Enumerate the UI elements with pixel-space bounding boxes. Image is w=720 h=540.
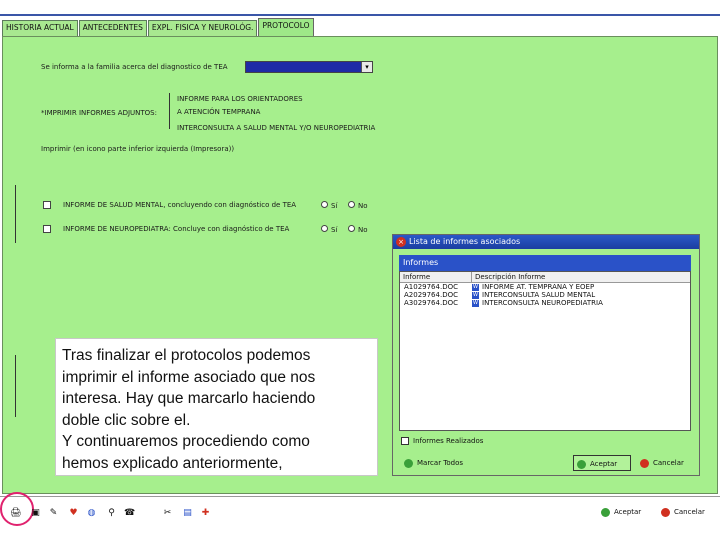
word-doc-icon: W [472, 283, 479, 291]
note-line: hemos explicado anteriormente, [62, 454, 283, 472]
dialog-accept-label: Aceptar [590, 460, 618, 468]
reports-done-label: Informes Realizados [413, 437, 484, 445]
phone-icon[interactable]: ☎ [124, 508, 135, 519]
list-header: Informe Descripción Informe [400, 272, 690, 283]
print-hint: Imprimir (en icono parte inferior izquie… [41, 145, 235, 153]
no-label: No [358, 202, 368, 210]
reports-done-row[interactable]: Informes Realizados [399, 435, 691, 447]
no-label: No [358, 226, 368, 234]
mark-all-label: Marcar Todos [417, 459, 464, 467]
search-icon[interactable]: ⚲ [106, 508, 117, 519]
report-neuropediatra-label: INFORME DE NEUROPEDIATRA: Concluye con d… [63, 225, 290, 233]
report1-yes-radio[interactable] [321, 201, 328, 208]
report2-yes-radio[interactable] [321, 225, 328, 232]
reports-list[interactable]: Informe Descripción Informe A1029764.DOC… [399, 271, 691, 431]
divider [169, 93, 170, 129]
report-desc-cell: W INFORME AT. TEMPRANA Y EOEP [470, 283, 594, 291]
pencil-icon[interactable]: ✎ [48, 508, 59, 519]
list-item[interactable]: A1029764.DOC W INFORME AT. TEMPRANA Y EOE… [400, 283, 690, 291]
mark-all-button[interactable]: Marcar Todos [401, 455, 481, 471]
reports-done-checkbox[interactable] [401, 437, 409, 445]
family-select[interactable]: ▾ [245, 61, 373, 73]
report-neuropediatra-checkbox[interactable] [43, 225, 51, 233]
dialog-title: Lista de informes asociados [409, 237, 521, 246]
word-doc-icon: W [472, 299, 479, 307]
print-option-interconsulta[interactable]: INTERCONSULTA A SALUD MENTAL Y/O NEUROPE… [177, 124, 375, 132]
toolbar-cancel-label: Cancelar [674, 508, 705, 516]
heart-icon[interactable]: ♥ [68, 508, 79, 519]
report-desc: INFORME AT. TEMPRANA Y EOEP [482, 283, 595, 291]
note-line: imprimir el informe asociado que nos [62, 368, 316, 386]
note-line: doble clic sobre el. [62, 411, 191, 429]
report-salud-mental-checkbox[interactable] [43, 201, 51, 209]
associated-reports-dialog: × Lista de informes asociados Informes I… [392, 234, 700, 476]
cancel-icon [661, 508, 670, 517]
report-desc-cell: W INTERCONSULTA SALUD MENTAL [470, 291, 595, 299]
report-desc-cell: W INTERCONSULTA NEUROPEDIATRIA [470, 299, 603, 307]
yes-label: Sí [331, 202, 338, 210]
cancel-icon [640, 459, 649, 468]
document-icon[interactable]: ▤ [182, 508, 193, 519]
chevron-down-icon[interactable]: ▾ [361, 62, 372, 72]
tab-protocolo[interactable]: PROTOCOLO [258, 18, 314, 36]
note-line: interesa. Hay que marcarlo haciendo [62, 390, 316, 407]
dialog-cancel-button[interactable]: Cancelar [637, 455, 697, 471]
window-top-bar [0, 0, 720, 16]
print-attachments-label: *IMPRIMIR INFORMES ADJUNTOS: [41, 109, 157, 117]
dialog-accept-button[interactable]: Aceptar [573, 455, 631, 471]
family-question-label: Se informa a la familia acerca del diagn… [41, 63, 228, 71]
tab-historia-actual[interactable]: HISTORIA ACTUAL [2, 20, 78, 36]
toolbar-accept-button[interactable]: Aceptar [600, 506, 641, 518]
dialog-title-bar: × Lista de informes asociados [393, 235, 699, 249]
divider [15, 355, 16, 417]
report-desc: INTERCONSULTA SALUD MENTAL [482, 291, 596, 299]
report-file: A3029764.DOC [404, 299, 458, 307]
close-icon[interactable]: × [396, 237, 406, 247]
medical-icon[interactable]: ✚ [200, 508, 211, 519]
print-option-orientadores[interactable]: INFORME PARA LOS ORIENTADORES [177, 95, 303, 103]
col-header-descripcion[interactable]: Descripción Informe [472, 272, 690, 282]
printer-icon[interactable]: 🖨 [10, 508, 21, 519]
check-icon [601, 508, 610, 517]
check-icon [577, 460, 586, 469]
word-doc-icon: W [472, 291, 479, 299]
report2-no-radio[interactable] [348, 225, 355, 232]
note-line: Y continuaremos procediendo como [62, 433, 310, 450]
tutorial-note: Tras finalizar el protocolos podemos imp… [55, 338, 378, 476]
report-desc: INTERCONSULTA NEUROPEDIATRIA [482, 299, 603, 307]
note-line: Tras finalizar el protocolos podemos [62, 347, 311, 364]
check-icon [404, 459, 413, 468]
globe-icon[interactable]: ◍ [86, 508, 97, 519]
tab-strip: HISTORIA ACTUAL ANTECEDENTES EXPL. FISIC… [2, 18, 315, 36]
report1-no-radio[interactable] [348, 201, 355, 208]
yes-label: Sí [331, 226, 338, 234]
col-header-informe[interactable]: Informe [400, 272, 472, 282]
scissors-icon[interactable]: ✂ [162, 508, 173, 519]
tab-exploracion[interactable]: EXPL. FISICA Y NEUROLÓG. [147, 20, 258, 36]
report-file: A2029764.DOC [404, 291, 458, 299]
reports-group-header: Informes [399, 255, 691, 271]
list-item[interactable]: A3029764.DOC W INTERCONSULTA NEUROPEDIATR… [400, 299, 690, 307]
dialog-cancel-label: Cancelar [653, 459, 684, 467]
list-item[interactable]: A2029764.DOC W INTERCONSULTA SALUD MENTAL [400, 291, 690, 299]
print-option-atencion-temprana[interactable]: A ATENCIÓN TEMPRANA [177, 108, 260, 116]
toolbar-cancel-button[interactable]: Cancelar [660, 506, 705, 518]
toolbar-accept-label: Aceptar [614, 508, 642, 516]
divider [15, 185, 16, 243]
save-icon[interactable]: ▣ [30, 508, 41, 519]
report-file: A1029764.DOC [404, 283, 458, 291]
report-salud-mental-label: INFORME DE SALUD MENTAL, concluyendo con… [63, 201, 297, 209]
tab-antecedentes[interactable]: ANTECEDENTES [78, 20, 147, 36]
